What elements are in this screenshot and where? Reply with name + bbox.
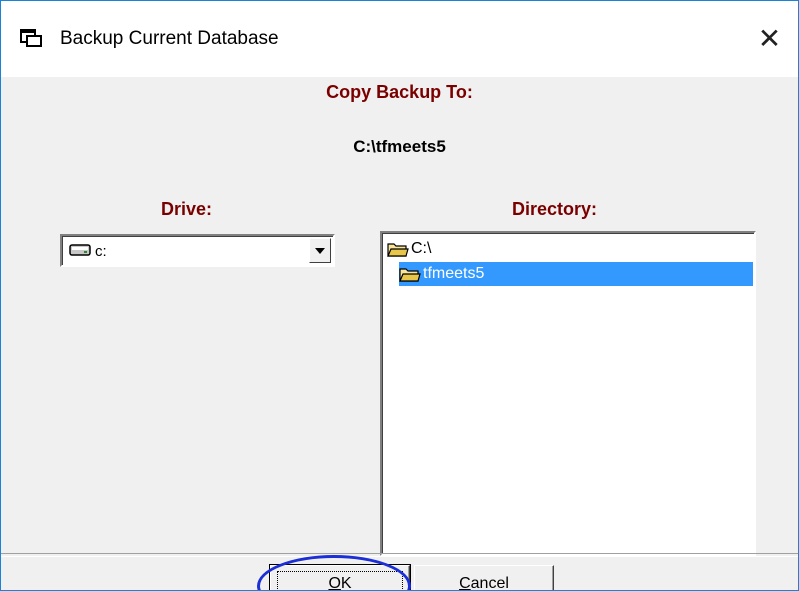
cancel-button[interactable]: Cancel [414, 565, 554, 591]
app-window-icon [20, 29, 42, 47]
window-title: Backup Current Database [60, 28, 279, 49]
directory-item-root[interactable]: C:\ [387, 237, 753, 261]
divider [1, 553, 798, 557]
copy-backup-heading: Copy Backup To: [326, 82, 473, 102]
folder-open-icon [399, 268, 421, 282]
close-icon: ✕ [757, 21, 782, 55]
directory-item-tfmeets5[interactable]: tfmeets5 [399, 262, 753, 286]
folder-open-icon [387, 243, 409, 257]
ok-button[interactable]: OK [269, 564, 411, 591]
directory-label: Directory: [512, 199, 598, 219]
chevron-down-icon [315, 247, 325, 254]
drive-combobox[interactable]: c: [60, 234, 335, 267]
directory-item-label: tfmeets5 [423, 265, 485, 282]
dialog-body: Copy Backup To: C:\tfmeets5 Drive: Direc… [1, 77, 798, 590]
backup-path: C:\tfmeets5 [353, 137, 446, 156]
directory-item-label: C:\ [411, 240, 432, 257]
backup-dialog-window: Backup Current Database ✕ Copy Backup To… [0, 0, 799, 591]
drive-dropdown-button[interactable] [309, 238, 331, 263]
title-bar: Backup Current Database ✕ [1, 1, 798, 77]
hard-drive-icon [69, 244, 91, 256]
drive-selected-value: c: [95, 243, 107, 260]
close-button[interactable]: ✕ [741, 11, 798, 65]
ok-mnemonic: O [328, 575, 341, 591]
drive-label: Drive: [161, 199, 213, 219]
cancel-label: ancel [470, 575, 509, 591]
ok-label: K [340, 575, 352, 591]
directory-listbox[interactable]: C:\ tfmeets5 [380, 231, 756, 556]
cancel-mnemonic: C [459, 575, 471, 591]
